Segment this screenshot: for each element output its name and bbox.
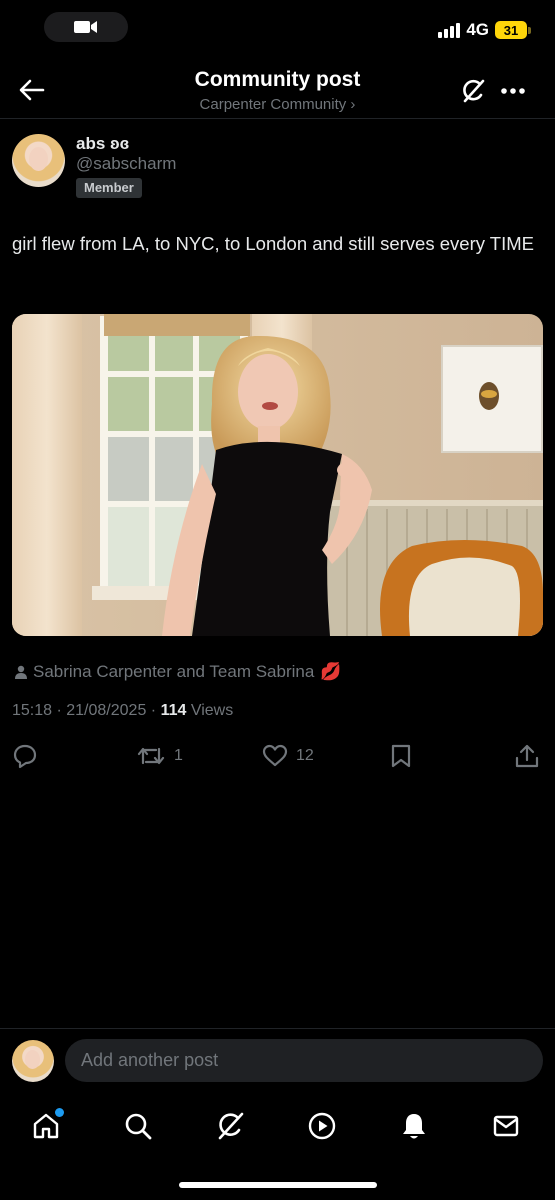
video-camera-icon [74, 21, 97, 33]
home-notification-dot [55, 1108, 64, 1117]
author-handle[interactable]: @sabscharm [76, 154, 176, 174]
repost-button[interactable]: 1 [136, 740, 183, 772]
page-header: Community post Carpenter Community › [0, 54, 555, 118]
battery-icon: 31 [495, 21, 531, 39]
repost-count: 1 [174, 747, 183, 764]
repost-arrows-icon [137, 747, 165, 765]
reply-button[interactable] [12, 740, 46, 772]
header-divider [0, 118, 555, 119]
grok-slash-icon [463, 79, 485, 103]
post-timestamp: 15:18 · 21/08/2025 · [12, 702, 161, 719]
reply-composer: Add another post [0, 1030, 555, 1092]
share-upload-icon [515, 744, 539, 768]
member-badge: Member [76, 178, 142, 198]
community-members-label: Sabrina Carpenter and Team Sabrina [33, 662, 315, 681]
nav-notifications[interactable] [394, 1106, 434, 1146]
views-count[interactable]: 114 [161, 702, 187, 719]
post-text: girl flew from LA, to NYC, to London and… [12, 233, 534, 254]
heart-icon [262, 744, 288, 767]
bookmark-icon [391, 744, 411, 768]
nav-home[interactable] [26, 1106, 66, 1146]
battery-level: 31 [495, 21, 527, 39]
community-context[interactable]: Sabrina Carpenter and Team Sabrina 💋 [15, 662, 341, 682]
post-photo[interactable] [12, 314, 543, 636]
comment-bubble-icon [13, 744, 37, 769]
post-actions: 1 12 [0, 740, 555, 772]
bookmark-button[interactable] [390, 740, 412, 772]
grok-slash-icon [218, 1112, 244, 1140]
nav-messages[interactable] [486, 1106, 526, 1146]
bottom-navigation [0, 1092, 555, 1200]
more-horizontal-icon [501, 88, 525, 94]
grok-button[interactable] [458, 76, 488, 106]
composer-avatar [12, 1040, 54, 1082]
avatar[interactable] [12, 134, 65, 187]
person-icon [15, 665, 27, 679]
home-indicator-bar [179, 1182, 377, 1188]
camera-indicator-pill [44, 12, 128, 42]
network-type: 4G [466, 20, 489, 39]
search-icon [125, 1113, 152, 1140]
signal-strength-icon [438, 22, 461, 38]
composer-divider [0, 1028, 555, 1029]
nav-grok[interactable] [210, 1106, 250, 1146]
post-metadata: 15:18 · 21/08/2025 · 114 Views [12, 702, 233, 720]
views-label: Views [186, 702, 234, 719]
nav-search[interactable] [118, 1106, 158, 1146]
share-button[interactable] [514, 740, 540, 772]
envelope-icon [493, 1115, 519, 1137]
status-indicators: 4G 31 [438, 20, 531, 40]
like-count: 12 [296, 747, 314, 764]
status-bar: 4G 31 [0, 0, 555, 54]
kiss-emoji: 💋 [320, 662, 342, 681]
like-button[interactable]: 12 [262, 740, 314, 772]
add-post-input[interactable]: Add another post [65, 1039, 543, 1082]
bell-icon [403, 1114, 425, 1139]
play-circle-icon [308, 1112, 336, 1140]
author-name[interactable]: abs ʚɞ [76, 134, 129, 154]
post-author: abs ʚɞ @sabscharm Member [12, 134, 542, 198]
more-options-button[interactable] [498, 76, 528, 106]
nav-video[interactable] [302, 1106, 342, 1146]
